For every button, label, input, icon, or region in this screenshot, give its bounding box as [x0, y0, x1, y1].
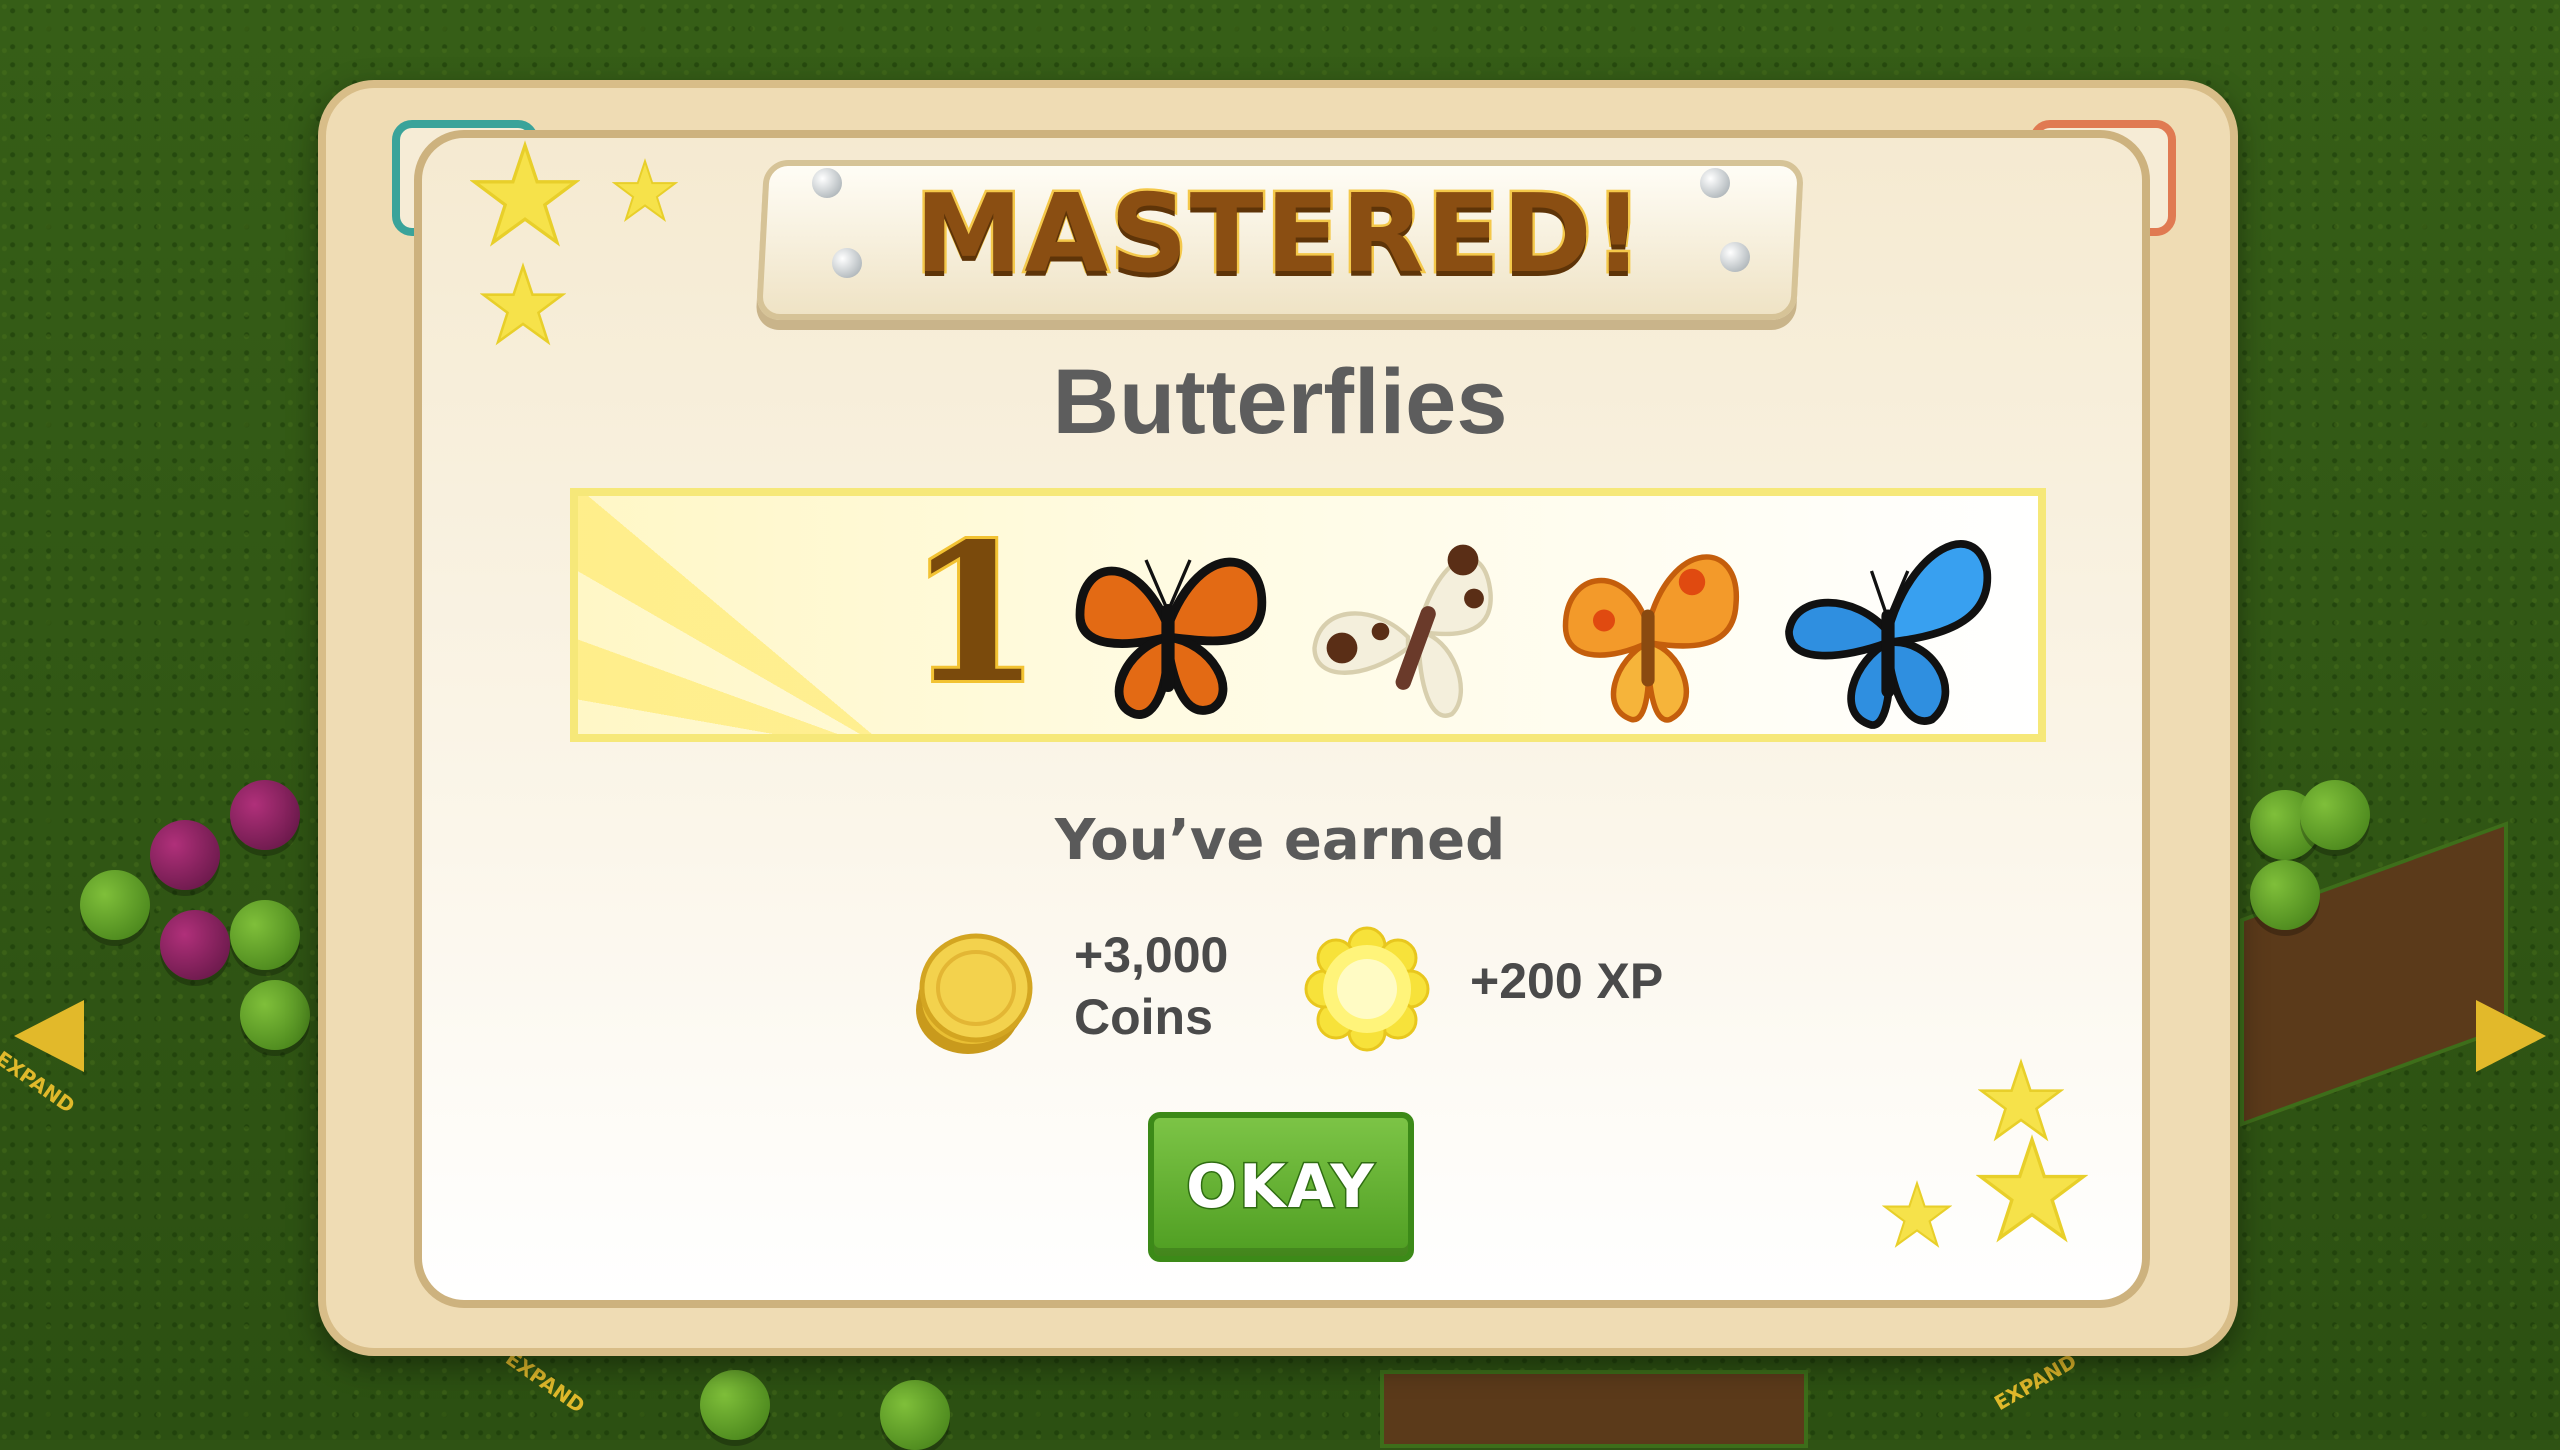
- coins-label: Coins: [1074, 989, 1213, 1045]
- coins-amount: +3,000: [1074, 927, 1229, 983]
- orange-fiery-butterfly-icon: [1562, 554, 1739, 723]
- plum-tree: [160, 910, 230, 980]
- banner-title: MASTERED!: [912, 170, 1646, 300]
- white-spotted-butterfly-icon: [1312, 544, 1493, 718]
- monarch-butterfly-icon: [1075, 557, 1267, 719]
- crop-field: [1380, 1370, 1808, 1448]
- collection-title: Butterflies: [1052, 351, 1508, 453]
- coins-reward: +3,000 Coins: [1074, 924, 1228, 1048]
- fruit-tree: [240, 980, 310, 1050]
- star-icon: [1882, 1180, 1952, 1248]
- star-icon: [470, 140, 580, 247]
- blue-morpho-butterfly-icon: [1785, 540, 1991, 729]
- collection-strip: 1: [570, 488, 2046, 742]
- star-icon: [612, 158, 678, 222]
- star-icon: [1976, 1134, 2088, 1243]
- star-icon: [480, 262, 566, 346]
- star-icon: [1978, 1058, 2064, 1142]
- coin-stack-icon: [916, 933, 1033, 1054]
- fruit-tree: [80, 870, 150, 940]
- fruit-tree: [700, 1370, 770, 1440]
- xp-reward: +200 XP: [1470, 953, 1664, 1009]
- xp-star-icon: [1304, 926, 1430, 1052]
- mastered-banner: MASTERED!: [755, 150, 1805, 320]
- okay-button[interactable]: OKAY: [1148, 1112, 1414, 1262]
- fruit-tree: [230, 900, 300, 970]
- mastery-rank: 1: [905, 501, 1043, 727]
- expand-right-arrow-icon[interactable]: [2476, 1000, 2546, 1072]
- rewards-heading: You’ve earned: [1054, 808, 1506, 873]
